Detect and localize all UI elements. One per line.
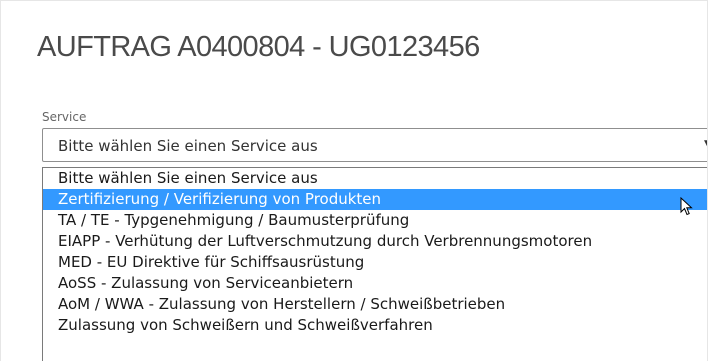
service-option[interactable]: Zulassung von Schweißern und Schweißverf… (43, 315, 707, 336)
service-option[interactable]: Bitte wählen Sie einen Service aus (43, 168, 707, 189)
service-option[interactable]: TA / TE - Typgenehmigung / Baumusterprüf… (43, 210, 707, 231)
service-option[interactable]: AoSS - Zulassung von Serviceanbietern (43, 273, 707, 294)
triangle-down-icon[interactable]: ▼ (704, 139, 707, 149)
page-title: AUFTRAG A0400804 - UG0123456 (37, 31, 480, 63)
service-dropdown-list[interactable]: Bitte wählen Sie einen Service aus Zerti… (42, 167, 707, 361)
service-option[interactable]: AoM / WWA - Zulassung von Herstellern / … (43, 294, 707, 315)
service-select[interactable]: Bitte wählen Sie einen Service aus ▼ (42, 128, 707, 162)
mouse-pointer-icon (680, 197, 693, 216)
order-panel: AUFTRAG A0400804 - UG0123456 Service Bit… (0, 0, 708, 361)
service-select-value: Bitte wählen Sie einen Service aus (58, 137, 318, 155)
service-label: Service (42, 110, 87, 124)
service-option[interactable]: EIAPP - Verhütung der Luftverschmutzung … (43, 231, 707, 252)
service-option-highlighted[interactable]: Zertifizierung / Verifizierung von Produ… (43, 189, 707, 210)
service-option[interactable]: MED - EU Direktive für Schiffsausrüstung (43, 252, 707, 273)
